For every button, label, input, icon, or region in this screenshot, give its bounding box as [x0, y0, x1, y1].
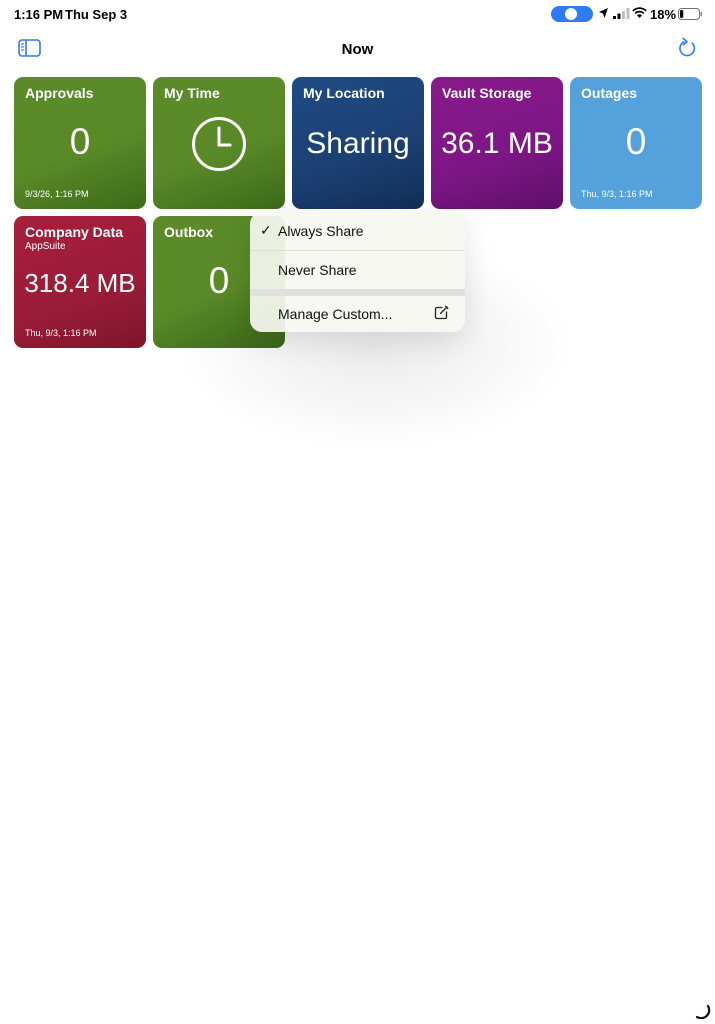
tile-value: 36.1 MB [441, 127, 553, 160]
menu-item-label: Always Share [278, 223, 364, 239]
tile-value: 0 [69, 121, 91, 162]
navigation-pill-icon[interactable] [551, 6, 593, 22]
clock-icon [192, 117, 246, 171]
activity-spinner-icon [695, 1004, 711, 1019]
tile-timestamp: Thu, 9/3, 1:16 PM [25, 328, 97, 338]
menu-item-never-share[interactable]: Never Share [250, 251, 465, 289]
cellular-signal-icon [613, 8, 630, 19]
wifi-icon [632, 7, 647, 18]
tile-value: 0 [625, 121, 647, 162]
status-bar: 1:16 PM Thu Sep 3 18% [0, 0, 715, 28]
tile-title: My Location [303, 85, 385, 101]
location-arrow-icon [599, 8, 608, 18]
tile-title: Approvals [25, 85, 94, 101]
battery-icon [678, 8, 702, 20]
tile-value: Sharing [306, 127, 410, 160]
tile-title: My Time [164, 85, 220, 101]
location-sharing-menu: ✓ Always Share Never Share Manage Custom… [250, 212, 465, 332]
menu-item-always-share[interactable]: ✓ Always Share [250, 212, 465, 250]
tile-my-location[interactable]: My Location Sharing [292, 77, 424, 209]
edit-square-icon [434, 305, 449, 320]
status-time: 1:16 PM [14, 7, 64, 22]
tile-my-time[interactable]: My Time [153, 77, 285, 209]
status-date: Thu Sep 3 [65, 7, 128, 22]
tile-company-data[interactable]: Company Data AppSuite 318.4 MB Thu, 9/3,… [14, 216, 146, 348]
tile-vault-storage[interactable]: Vault Storage 36.1 MB [431, 77, 563, 209]
menu-item-label: Manage Custom... [278, 306, 393, 322]
navigation-bar: Now [0, 30, 715, 68]
battery-percent: 18% [650, 7, 677, 22]
tile-title: Outbox [164, 224, 213, 240]
tile-subtitle: AppSuite [25, 241, 66, 252]
page-title: Now [341, 41, 374, 58]
tile-value: 318.4 MB [24, 268, 136, 298]
tile-title: Company Data [25, 224, 124, 240]
tile-title: Outages [581, 85, 638, 101]
tile-approvals[interactable]: Approvals 0 9/3/26, 1:16 PM [14, 77, 146, 209]
tile-outages[interactable]: Outages 0 Thu, 9/3, 1:16 PM [570, 77, 702, 209]
checkmark-icon: ✓ [260, 222, 272, 238]
tile-title: Vault Storage [442, 85, 532, 101]
menu-item-label: Never Share [278, 262, 357, 278]
tile-timestamp: 9/3/26, 1:16 PM [25, 189, 89, 199]
tile-timestamp: Thu, 9/3, 1:16 PM [581, 189, 653, 199]
refresh-icon[interactable] [677, 37, 698, 59]
menu-item-manage-custom[interactable]: Manage Custom... [250, 295, 465, 332]
